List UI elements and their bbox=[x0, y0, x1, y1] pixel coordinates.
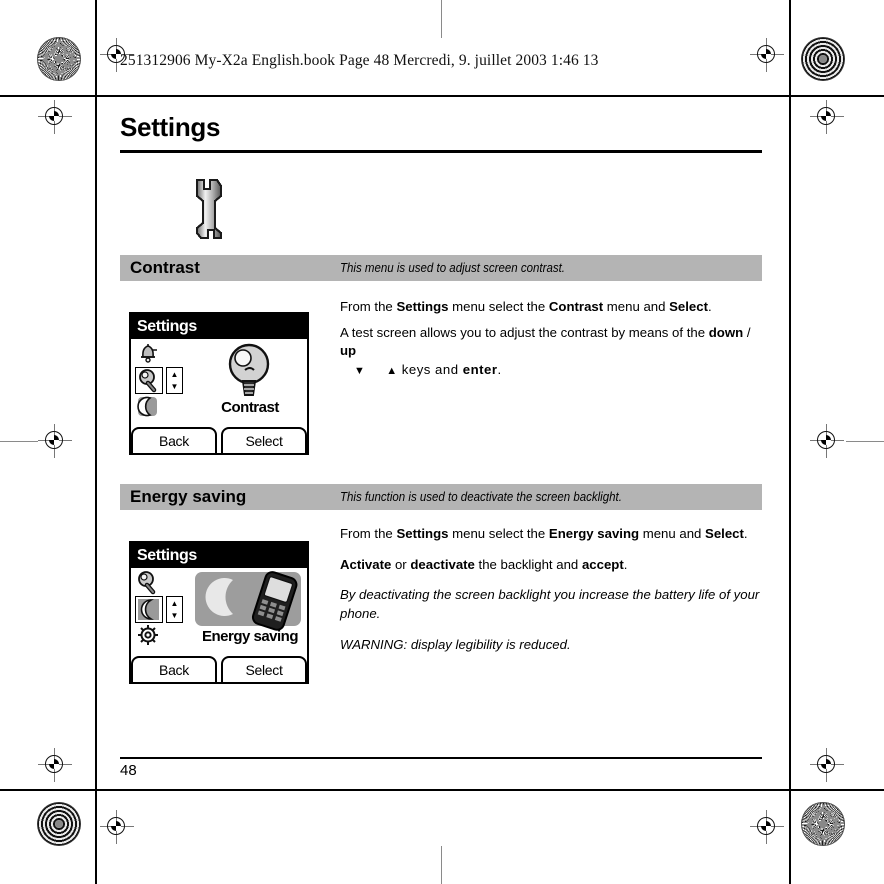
guide-tick-right-middle bbox=[846, 441, 884, 442]
arrow-line-text: keys and bbox=[401, 362, 463, 378]
paragraph: From the Settings menu select the Energy… bbox=[340, 525, 764, 544]
guide-tick-top-center bbox=[441, 0, 442, 38]
softkey-back[interactable]: Back bbox=[131, 427, 217, 453]
registration-mark-upper-left bbox=[38, 100, 72, 134]
guide-tick-bottom-center bbox=[441, 846, 442, 884]
rich-text: A test screen allows you to adjust the c… bbox=[340, 324, 751, 359]
section-header-contrast: Contrast This menu is used to adjust scr… bbox=[120, 255, 762, 281]
rich-text: From the Settings menu select the Contra… bbox=[340, 299, 712, 314]
rich-text: Activate or deactivate the backlight and… bbox=[340, 556, 628, 572]
rich-text: From the Settings menu select the Energy… bbox=[340, 526, 748, 541]
softkey-back[interactable]: Back bbox=[131, 656, 217, 682]
wrench-icon bbox=[183, 178, 233, 240]
phone-screen-contrast: Settings ▲ ▼ Contrast Back Select bbox=[129, 312, 309, 455]
gear-icon[interactable] bbox=[135, 623, 161, 648]
title-underline bbox=[120, 150, 762, 153]
book-file-header: 251312906 My-X2a English.book Page 48 Me… bbox=[120, 52, 599, 69]
lightbulb-icon[interactable] bbox=[135, 570, 161, 595]
registration-mark-lower-left bbox=[38, 748, 72, 782]
arrow-line-tail: . bbox=[497, 362, 502, 378]
registration-mark-top-right bbox=[750, 38, 784, 72]
body-text-contrast: From the Settings menu select the Contra… bbox=[340, 298, 764, 392]
guide-line-right bbox=[789, 0, 791, 884]
stepper-down-icon[interactable]: ▼ bbox=[171, 612, 179, 620]
moon-phone-icon bbox=[193, 570, 305, 632]
lcd-icon-column: ▲ ▼ bbox=[135, 570, 191, 649]
rich-text: WARNING: display legibility is reduced. bbox=[340, 636, 571, 652]
rich-text: By deactivating the screen backlight you… bbox=[340, 587, 760, 622]
guide-tick-left-middle bbox=[0, 441, 38, 442]
paragraph: A test screen allows you to adjust the c… bbox=[340, 324, 764, 380]
value-stepper[interactable]: ▲ ▼ bbox=[166, 367, 183, 394]
section-title: Contrast bbox=[130, 258, 200, 277]
stepper-up-icon[interactable]: ▲ bbox=[171, 599, 179, 607]
registration-mark-bottom-left bbox=[100, 810, 134, 844]
lcd-title: Settings bbox=[131, 314, 307, 339]
section-description: This menu is used to adjust screen contr… bbox=[340, 261, 565, 275]
paragraph: From the Settings menu select the Contra… bbox=[340, 298, 764, 317]
section-header-energy-saving: Energy saving This function is used to d… bbox=[120, 484, 762, 510]
section-title: Energy saving bbox=[130, 487, 247, 506]
arrow-down-icon: ▼ bbox=[354, 365, 366, 378]
resolution-target-top-left bbox=[37, 37, 81, 81]
bell-icon[interactable] bbox=[135, 341, 161, 366]
lcd-softkey-bar: Back Select bbox=[131, 656, 307, 682]
phone-screen-energy-saving: Settings ▲ ▼ Energy saving Back Select bbox=[129, 541, 309, 684]
lightbulb-icon[interactable] bbox=[135, 367, 163, 394]
guide-line-left bbox=[95, 0, 97, 884]
registration-mark-right-middle bbox=[810, 424, 844, 458]
arrow-up-icon: ▲ bbox=[386, 365, 398, 378]
softkey-select[interactable]: Select bbox=[221, 427, 307, 453]
guide-line-top bbox=[0, 95, 884, 97]
softkey-select[interactable]: Select bbox=[221, 656, 307, 682]
footer-rule bbox=[120, 757, 762, 760]
registration-mark-upper-right bbox=[810, 100, 844, 134]
resolution-target-bottom-right bbox=[801, 802, 845, 846]
lcd-caption: Contrast bbox=[221, 399, 279, 416]
arrow-line-bold: enter bbox=[462, 362, 498, 378]
registration-mark-lower-right bbox=[810, 748, 844, 782]
density-target-top-right bbox=[801, 37, 845, 81]
lcd-title: Settings bbox=[131, 543, 307, 568]
stepper-down-icon[interactable]: ▼ bbox=[171, 383, 179, 391]
guide-line-bottom bbox=[0, 789, 884, 791]
lcd-caption: Energy saving bbox=[201, 628, 299, 645]
moon-icon[interactable] bbox=[135, 596, 163, 623]
paragraph-note: By deactivating the screen backlight you… bbox=[340, 586, 764, 623]
paragraph-warning: WARNING: display legibility is reduced. bbox=[340, 636, 764, 655]
stepper-up-icon[interactable]: ▲ bbox=[171, 370, 179, 378]
lcd-softkey-bar: Back Select bbox=[131, 427, 307, 453]
page-number: 48 bbox=[120, 762, 137, 779]
registration-mark-bottom-right bbox=[750, 810, 784, 844]
arrow-key-line: ▼ ▲ keys and enter. bbox=[354, 361, 764, 380]
lcd-icon-column: ▲ ▼ bbox=[135, 341, 191, 420]
value-stepper[interactable]: ▲ ▼ bbox=[166, 596, 183, 623]
body-text-energy-saving: From the Settings menu select the Energy… bbox=[340, 525, 764, 667]
lightbulb-large-icon bbox=[193, 341, 305, 403]
paragraph: Activate or deactivate the backlight and… bbox=[340, 556, 764, 575]
section-description: This function is used to deactivate the … bbox=[340, 490, 622, 504]
page-title: Settings bbox=[120, 112, 221, 142]
registration-mark-left-middle bbox=[38, 424, 72, 458]
density-target-bottom-left bbox=[37, 802, 81, 846]
moon-icon[interactable] bbox=[135, 394, 161, 419]
